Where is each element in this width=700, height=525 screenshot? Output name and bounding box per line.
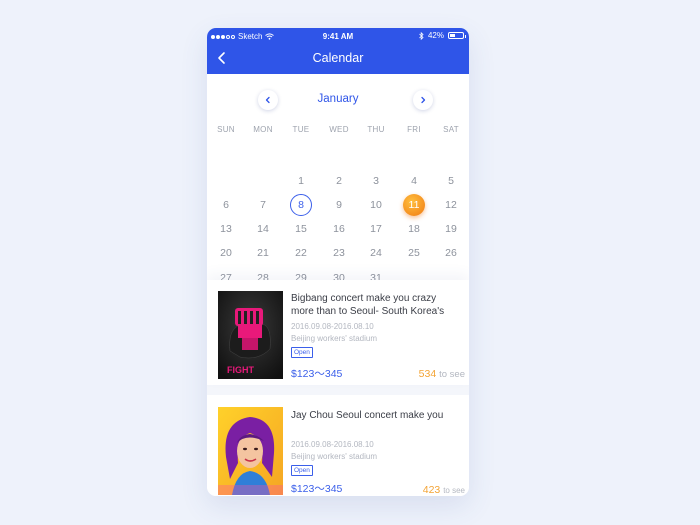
event-title: Bigbang concert make you crazy more than… [291,293,445,317]
day-cell[interactable]: 23 [328,242,350,264]
day-cell[interactable]: 3 [365,170,387,192]
bluetooth-icon [419,31,424,40]
phone-screen: Sketch 9:41 AM 42% Calendar January SUN … [207,28,469,496]
day-cell[interactable]: 4 [403,170,425,192]
day-cell[interactable]: 9 [328,194,350,216]
day-cell[interactable]: 2 [328,170,350,192]
day-cell[interactable]: 6 [215,194,237,216]
day-cell[interactable]: 24 [365,242,387,264]
day-cell[interactable]: 19 [440,218,462,240]
day-cell[interactable]: 25 [403,242,425,264]
day-cell[interactable]: 16 [328,218,350,240]
day-cell[interactable]: 22 [290,242,312,264]
event-venue: Beijing workers' stadium [291,334,378,343]
status-bar: Sketch 9:41 AM 42% [207,28,469,44]
event-viewers: 534 to see [419,368,465,380]
event-date: 2016.09.08-2016.08.10 [291,440,374,449]
event-poster: FIGHT [218,291,283,379]
day-cell[interactable]: 20 [215,242,237,264]
viewer-suffix: to see [443,486,465,495]
event-title: Jay Chou Seoul concert make you [291,410,444,421]
viewer-count: 423 [422,484,441,496]
event-poster [218,407,283,495]
page-title: Calendar [312,51,364,65]
event-viewers: 423 to see [423,484,465,496]
day-cell-today[interactable]: 8 [290,194,312,216]
calendar-panel: January SUN MON TUE WED THU FRI SAT 1234567891… [207,74,469,306]
battery-fill [450,34,456,37]
event-card[interactable]: FIGHT Bigbang concert make you crazy mor… [207,280,469,385]
day-cell[interactable]: 5 [440,170,462,192]
day-cell[interactable]: 17 [365,218,387,240]
app-header: Sketch 9:41 AM 42% Calendar [207,28,469,74]
event-venue: Beijing workers' stadium [291,452,378,461]
day-cell[interactable]: 10 [365,194,387,216]
days-grid: 1 2 3 4 5 6 7 8 9 10 11 12 13 14 15 16 17 18 19 20 21 22 23 24 2… [207,74,469,306]
event-price: $123～345 [291,483,343,495]
day-cell-selected[interactable]: 11 [403,194,425,216]
status-badge: Open [291,465,313,476]
battery-percent: 42% [427,31,444,40]
day-cell[interactable]: 21 [252,242,274,264]
day-cell[interactable]: 15 [290,218,312,240]
day-cell[interactable]: 12 [440,194,462,216]
day-cell[interactable]: 26 [440,242,462,264]
poster-text: FIGHT [227,365,254,375]
viewer-count: 534 [418,368,437,380]
day-cell[interactable]: 13 [215,218,237,240]
day-cell[interactable]: 14 [252,218,274,240]
day-cell[interactable]: 1 [290,170,312,192]
status-badge: Open [291,347,313,358]
event-card[interactable]: Jay Chou Seoul concert make you 2016.09.… [207,395,469,496]
battery-icon [448,32,466,39]
day-cell[interactable]: 7 [252,194,274,216]
event-price: $123～345 [291,368,343,380]
day-cell[interactable]: 18 [403,218,425,240]
status-right: 42% [419,31,466,40]
viewer-suffix: to see [439,369,465,380]
event-date: 2016.09.08-2016.08.10 [291,322,374,331]
